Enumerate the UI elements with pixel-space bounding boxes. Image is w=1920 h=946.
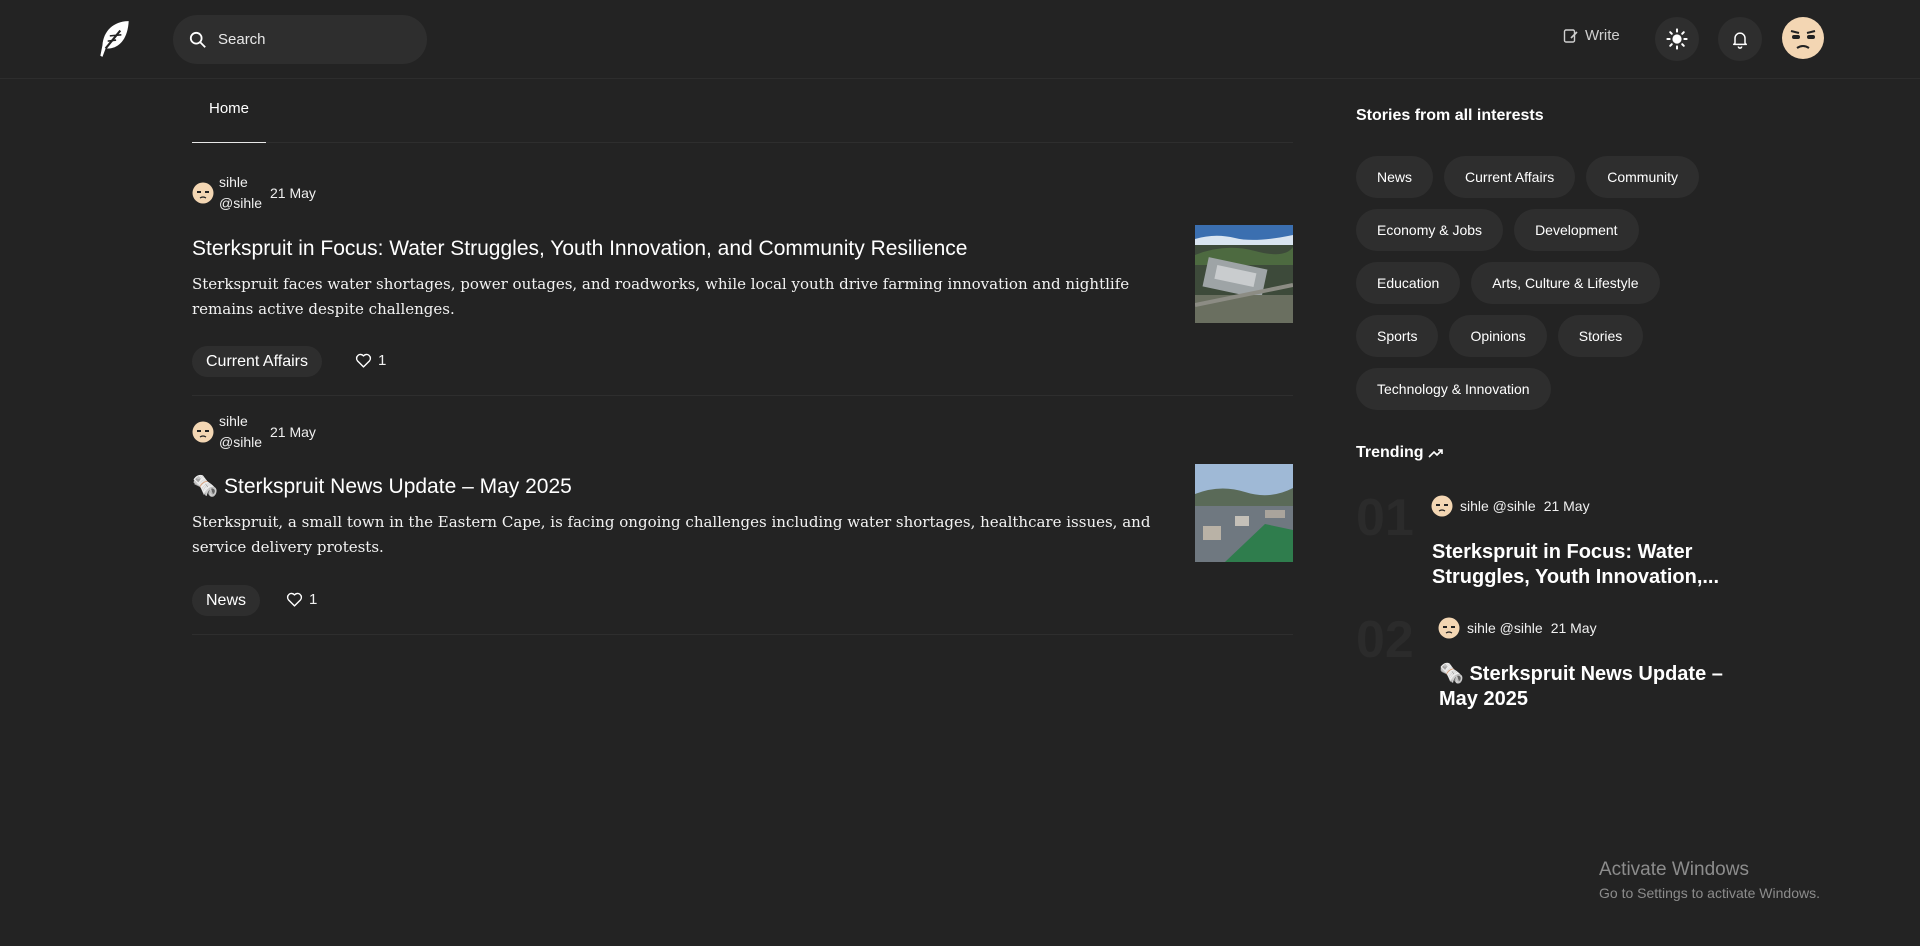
topic-stories[interactable]: Stories	[1557, 315, 1644, 357]
category-pill[interactable]: Current Affairs	[192, 346, 322, 377]
topic-sports[interactable]: Sports	[1356, 315, 1439, 357]
trending-author[interactable]: sihle @sihle 21 May	[1431, 495, 1590, 517]
topic-arts-culture-lifestyle[interactable]: Arts, Culture & Lifestyle	[1471, 262, 1660, 304]
watermark-title: Activate Windows	[1599, 859, 1749, 880]
post-author[interactable]: sihle @sihle 21 May	[192, 411, 316, 453]
user-avatar[interactable]	[1781, 16, 1825, 60]
trending-rank: 02	[1356, 611, 1414, 669]
post-title[interactable]: Sterkspruit in Focus: Water Struggles, Y…	[192, 237, 967, 261]
post-card[interactable]: sihle @sihle 21 May 🗞️ Sterkspruit News …	[192, 411, 1293, 635]
author-avatar	[1431, 495, 1453, 517]
topic-economy-jobs[interactable]: Economy & Jobs	[1356, 209, 1504, 251]
topic-education[interactable]: Education	[1356, 262, 1461, 304]
trending-title: Trending	[1356, 444, 1424, 461]
author-names: sihle @sihle	[219, 411, 262, 453]
write-label: Write	[1585, 27, 1620, 44]
theme-toggle-button[interactable]	[1655, 17, 1699, 61]
topic-current-affairs[interactable]: Current Affairs	[1444, 156, 1576, 198]
post-excerpt[interactable]: Sterkspruit, a small town in the Eastern…	[192, 510, 1172, 560]
like-button[interactable]: 1	[286, 591, 317, 608]
author-avatar	[192, 421, 214, 443]
trending-author[interactable]: sihle @sihle 21 May	[1438, 617, 1597, 639]
trending-author-name: sihle @sihle	[1460, 498, 1536, 514]
category-pill[interactable]: News	[192, 585, 261, 616]
trending-title-link[interactable]: Sterkspruit in Focus: Water Struggles, Y…	[1432, 540, 1732, 590]
activate-windows-watermark: Activate Windows Go to Settings to activ…	[1599, 859, 1820, 901]
post-date: 21 May	[270, 424, 316, 440]
author-name: sihle	[219, 413, 248, 429]
notifications-button[interactable]	[1718, 17, 1762, 61]
top-bar: Search Write	[0, 0, 1920, 79]
heart-icon	[286, 592, 303, 607]
interests-title: Stories from all interests	[1356, 107, 1544, 124]
topic-news[interactable]: News	[1356, 156, 1434, 198]
search-placeholder: Search	[218, 31, 266, 48]
tab-home[interactable]: Home	[192, 98, 266, 143]
trending-date: 21 May	[1550, 620, 1597, 636]
write-button[interactable]: Write	[1563, 27, 1620, 44]
edit-icon	[1563, 28, 1578, 43]
post-thumbnail[interactable]	[1195, 464, 1293, 562]
like-count: 1	[309, 591, 318, 608]
topic-community[interactable]: Community	[1586, 156, 1700, 198]
author-name: sihle	[219, 174, 248, 190]
feed-tabs: Home	[192, 98, 1293, 143]
trending-author-name: sihle @sihle	[1467, 620, 1543, 636]
sun-icon	[1666, 28, 1688, 50]
trending-rank: 01	[1356, 489, 1414, 547]
feather-logo-icon[interactable]	[93, 18, 135, 60]
author-handle: @sihle	[219, 434, 263, 450]
bell-icon	[1733, 32, 1747, 49]
post-title[interactable]: 🗞️ Sterkspruit News Update – May 2025	[192, 475, 572, 499]
post-excerpt[interactable]: Sterkspruit faces water shortages, power…	[192, 272, 1172, 322]
post-date: 21 May	[270, 185, 316, 201]
trending-heading: Trending	[1356, 444, 1444, 462]
search-icon	[189, 31, 206, 48]
like-count: 1	[378, 352, 387, 369]
watermark-subtitle: Go to Settings to activate Windows.	[1599, 885, 1820, 901]
author-names: sihle @sihle	[219, 172, 262, 214]
post-thumbnail[interactable]	[1195, 225, 1293, 323]
post-card[interactable]: sihle @sihle 21 May Sterkspruit in Focus…	[192, 172, 1293, 396]
like-button[interactable]: 1	[355, 352, 386, 369]
author-avatar	[1438, 617, 1460, 639]
heart-icon	[355, 353, 372, 368]
topic-technology-innovation[interactable]: Technology & Innovation	[1356, 368, 1551, 410]
author-handle: @sihle	[219, 195, 263, 211]
topic-development[interactable]: Development	[1514, 209, 1639, 251]
topic-opinions[interactable]: Opinions	[1449, 315, 1547, 357]
search-input[interactable]: Search	[173, 15, 427, 64]
trending-date: 21 May	[1543, 498, 1590, 514]
post-author[interactable]: sihle @sihle 21 May	[192, 172, 316, 214]
topics-list: News Current Affairs Community Economy &…	[1356, 156, 1726, 410]
trending-up-icon	[1427, 449, 1443, 458]
trending-title-link[interactable]: 🗞️ Sterkspruit News Update – May 2025	[1439, 662, 1739, 712]
author-avatar	[192, 182, 214, 204]
